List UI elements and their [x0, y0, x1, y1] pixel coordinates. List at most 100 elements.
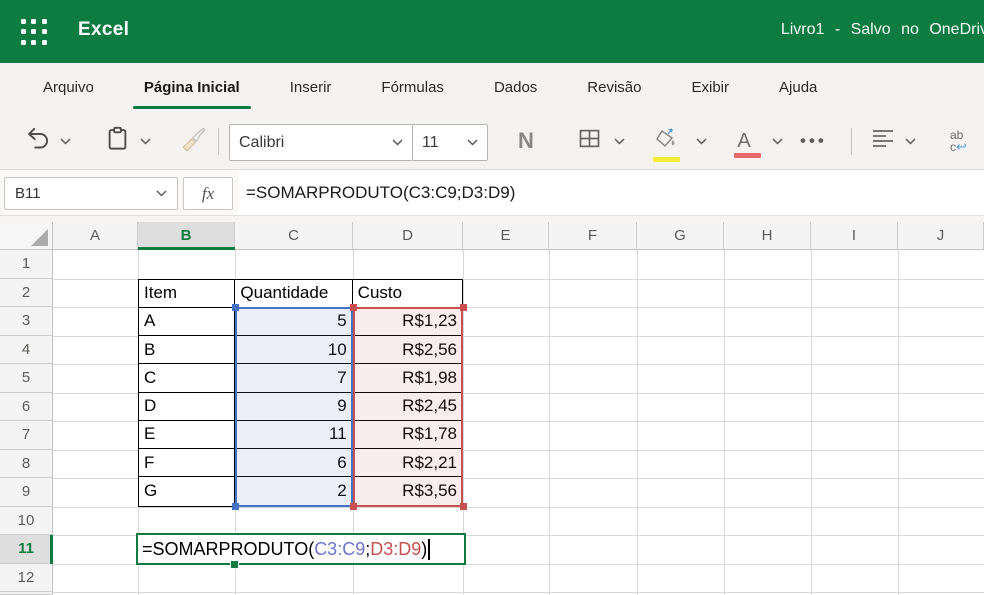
- toolbar-divider: [218, 128, 219, 155]
- column-header-B[interactable]: B: [138, 222, 235, 250]
- formula-segment: ): [421, 539, 427, 560]
- fill-handle[interactable]: [230, 560, 239, 569]
- wrap-text-button[interactable]: ab c↩: [950, 112, 967, 170]
- font-color-dropdown-chevron-icon[interactable]: [772, 112, 783, 170]
- borders-button[interactable]: [576, 112, 603, 170]
- row-header-9[interactable]: 9: [0, 478, 53, 507]
- font-size-select[interactable]: 11: [412, 124, 488, 161]
- gridline-vertical: [811, 250, 812, 595]
- font-name-select[interactable]: Calibri: [229, 124, 413, 161]
- paste-dropdown-chevron-icon[interactable]: [140, 112, 151, 170]
- range-handle-red[interactable]: [460, 304, 467, 311]
- fill-color-swatch: [653, 157, 680, 162]
- excel-online-window: Excel Livro1 - Salvo no OneDriv Arquivo …: [0, 0, 984, 595]
- font-name-value: Calibri: [239, 134, 284, 152]
- name-box[interactable]: B11: [4, 177, 178, 210]
- cell-item[interactable]: E: [139, 421, 235, 449]
- tab-dados[interactable]: Dados: [469, 63, 562, 112]
- tab-inserir[interactable]: Inserir: [265, 63, 357, 112]
- cell-item[interactable]: A: [139, 308, 235, 336]
- more-options-button[interactable]: •••: [800, 112, 827, 170]
- borders-dropdown-chevron-icon[interactable]: [614, 112, 625, 170]
- column-header-A[interactable]: A: [53, 222, 138, 250]
- app-launcher-waffle-icon[interactable]: [21, 19, 47, 45]
- active-cell-editor[interactable]: =SOMARPRODUTO(C3:C9;D3:D9): [136, 533, 466, 565]
- cell-item[interactable]: B: [139, 336, 235, 364]
- table-header-cell[interactable]: Custo: [353, 280, 462, 308]
- undo-icon: [24, 125, 51, 157]
- undo-button[interactable]: [24, 112, 51, 170]
- bold-button[interactable]: N: [518, 112, 534, 170]
- tab-revisao[interactable]: Revisão: [562, 63, 666, 112]
- select-all-button[interactable]: [0, 222, 53, 250]
- name-box-value: B11: [15, 185, 41, 202]
- column-header-J[interactable]: J: [898, 222, 984, 250]
- fill-color-dropdown-chevron-icon[interactable]: [696, 112, 707, 170]
- format-painter-button[interactable]: [180, 112, 208, 170]
- formula-segment: =SOMARPRODUTO(: [142, 539, 314, 560]
- cell-item[interactable]: F: [139, 449, 235, 477]
- range-handle-red[interactable]: [350, 304, 357, 311]
- column-header-E[interactable]: E: [463, 222, 549, 250]
- align-left-icon: [869, 127, 897, 156]
- fill-color-bucket-icon: [653, 127, 681, 156]
- formula-input[interactable]: =SOMARPRODUTO(C3:C9;D3:D9): [238, 170, 984, 215]
- column-header-F[interactable]: F: [549, 222, 637, 250]
- clipboard-icon: [104, 125, 131, 157]
- tab-arquivo[interactable]: Arquivo: [18, 63, 119, 112]
- font-color-swatch: [734, 153, 761, 158]
- return-arrow-icon: ↩: [956, 139, 967, 154]
- app-title: Excel: [78, 19, 129, 41]
- row-header-3[interactable]: 3: [0, 307, 53, 336]
- fill-color-button[interactable]: [652, 112, 682, 170]
- document-title-status[interactable]: Livro1 - Salvo no OneDriv: [781, 21, 984, 39]
- range-handle-red[interactable]: [350, 503, 357, 510]
- column-header-D[interactable]: D: [353, 222, 463, 250]
- column-header-H[interactable]: H: [724, 222, 811, 250]
- select-all-triangle-icon: [31, 229, 48, 246]
- ribbon-toolbar: Calibri 11 N: [0, 112, 984, 170]
- cell-item[interactable]: G: [139, 477, 235, 505]
- range-handle-red[interactable]: [460, 503, 467, 510]
- tab-ajuda[interactable]: Ajuda: [754, 63, 842, 112]
- undo-dropdown-chevron-icon[interactable]: [60, 112, 71, 170]
- borders-grid-icon: [576, 125, 603, 157]
- range-handle-blue[interactable]: [232, 503, 239, 510]
- paste-button[interactable]: [104, 112, 131, 170]
- table-header-cell[interactable]: Item: [139, 280, 235, 308]
- toolbar-divider: [851, 128, 852, 155]
- tab-exibir[interactable]: Exibir: [667, 63, 755, 112]
- row-header-1[interactable]: 1: [0, 250, 53, 279]
- range-highlight-blue: [235, 307, 353, 507]
- font-color-button[interactable]: A: [730, 112, 758, 170]
- row-header-6[interactable]: 6: [0, 393, 53, 422]
- column-header-C[interactable]: C: [235, 222, 353, 250]
- ellipsis-icon: •••: [800, 131, 827, 151]
- font-size-value: 11: [422, 134, 439, 152]
- insert-function-button[interactable]: fx: [183, 177, 233, 210]
- alignment-dropdown-chevron-icon[interactable]: [905, 112, 916, 170]
- tab-pagina-inicial[interactable]: Página Inicial: [119, 63, 265, 112]
- column-header-G[interactable]: G: [637, 222, 724, 250]
- range-highlight-red: [353, 307, 463, 507]
- row-header-7[interactable]: 7: [0, 421, 53, 450]
- chevron-down-icon: [392, 139, 403, 146]
- selected-row-bar: [50, 535, 53, 564]
- column-header-I[interactable]: I: [811, 222, 898, 250]
- cell-item[interactable]: C: [139, 364, 235, 392]
- tab-formulas[interactable]: Fórmulas: [356, 63, 469, 112]
- row-header-4[interactable]: 4: [0, 336, 53, 365]
- range-handle-blue[interactable]: [232, 304, 239, 311]
- row-header-8[interactable]: 8: [0, 450, 53, 479]
- chevron-down-icon: [156, 190, 167, 197]
- row-header-2[interactable]: 2: [0, 279, 53, 308]
- format-painter-brush-icon: [180, 125, 208, 158]
- row-header-11[interactable]: 11: [0, 535, 53, 564]
- formula-segment: D3:D9: [370, 539, 421, 560]
- row-header-5[interactable]: 5: [0, 364, 53, 393]
- table-header-cell[interactable]: Quantidade: [235, 280, 352, 308]
- row-header-10[interactable]: 10: [0, 507, 53, 536]
- cell-item[interactable]: D: [139, 393, 235, 421]
- row-header-12[interactable]: 12: [0, 564, 53, 593]
- alignment-button[interactable]: [869, 112, 897, 170]
